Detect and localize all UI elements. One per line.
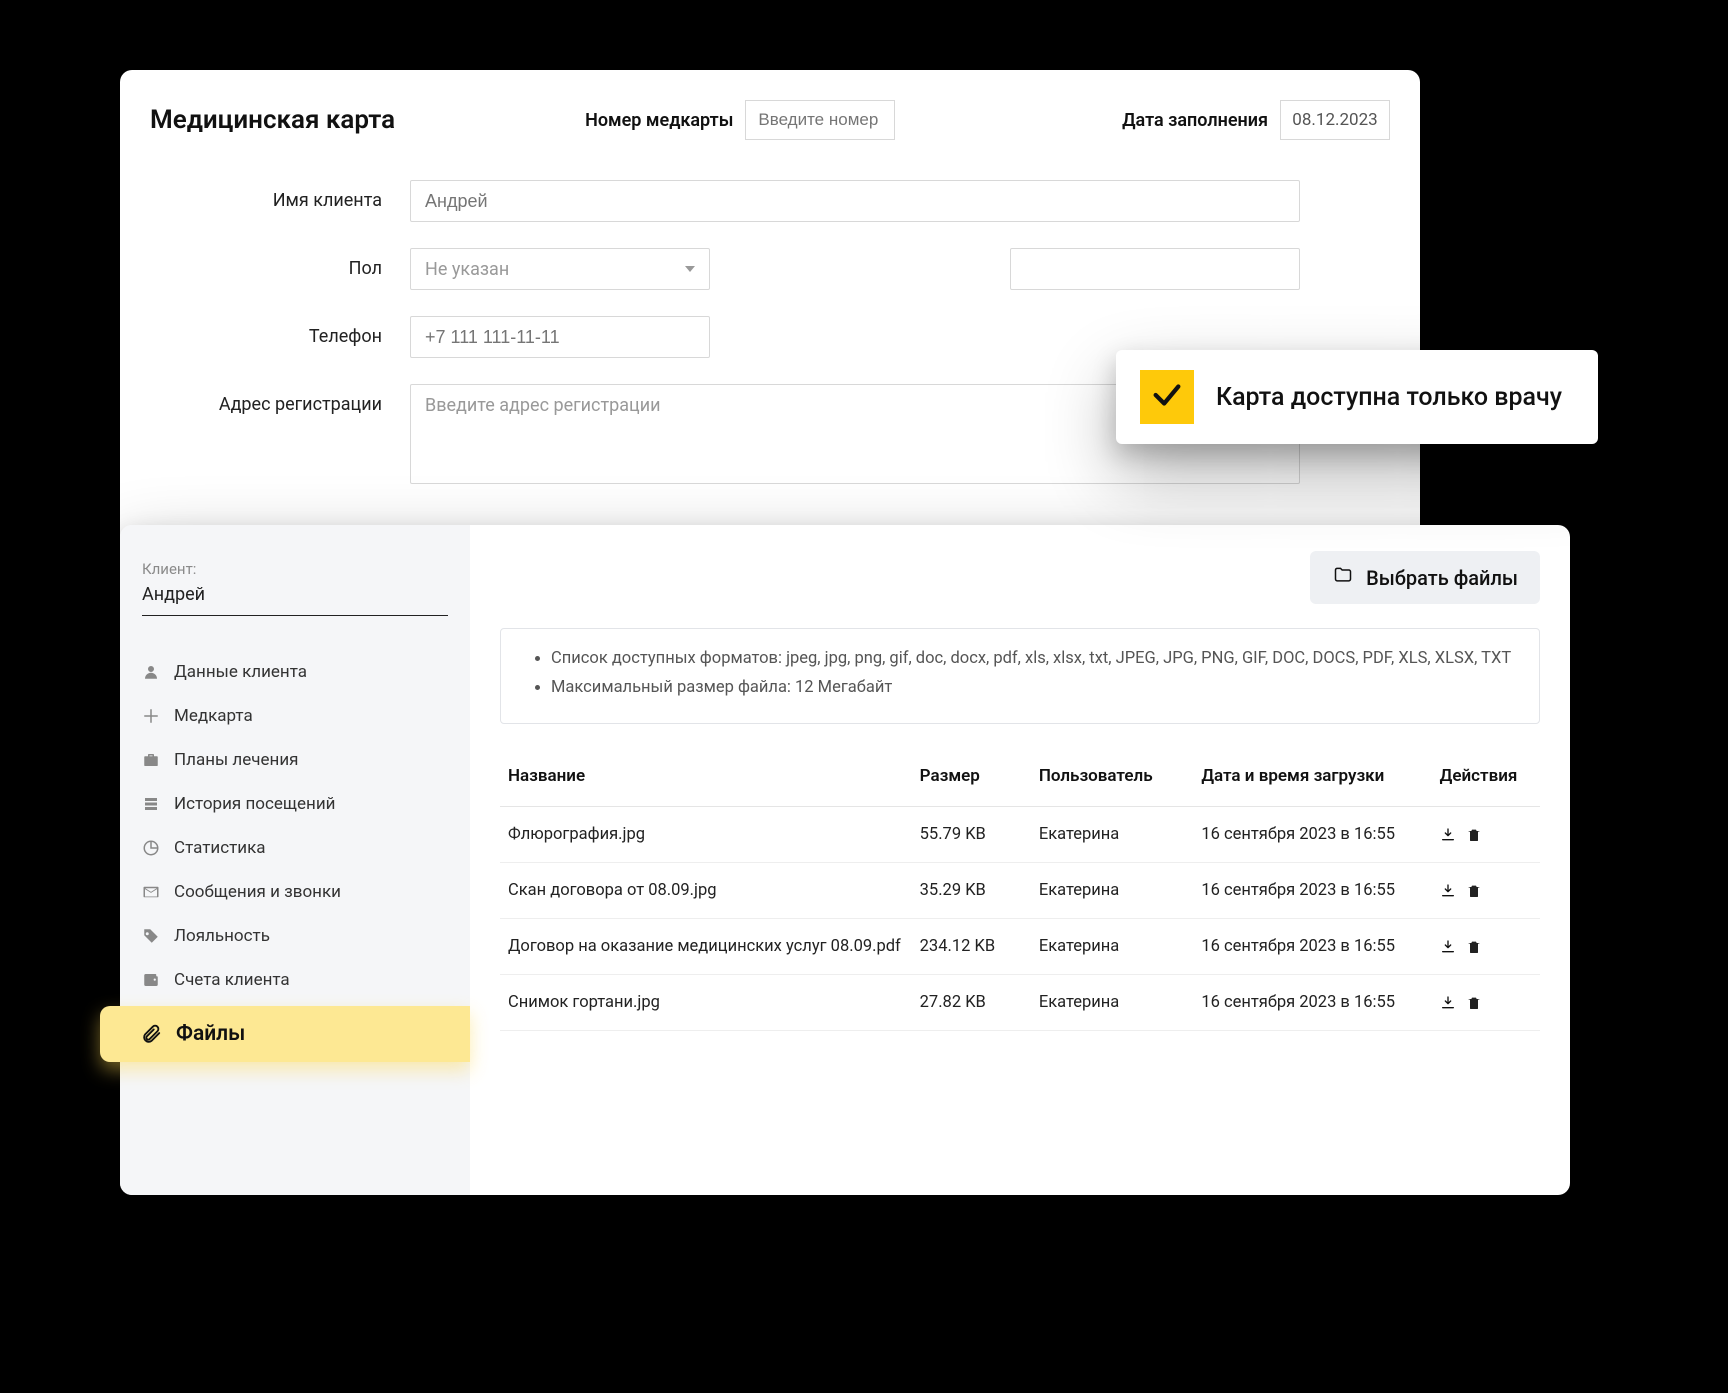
trash-icon[interactable]: [1466, 827, 1482, 843]
trash-icon[interactable]: [1466, 883, 1482, 899]
files-table: Название Размер Пользователь Дата и врем…: [500, 756, 1540, 1031]
cell-size: 55.79 KB: [912, 807, 1031, 863]
sidebar-item-5[interactable]: Сообщения и звонки: [120, 870, 470, 914]
table-row: Флюрография.jpg55.79 KBЕкатерина16 сентя…: [500, 807, 1540, 863]
download-icon[interactable]: [1440, 883, 1456, 899]
tag-icon: [142, 927, 160, 945]
cell-size: 35.29 KB: [912, 863, 1031, 919]
sidebar-item-4[interactable]: Статистика: [120, 826, 470, 870]
card-number-label: Номер медкарты: [585, 110, 733, 131]
folder-icon: [1332, 565, 1354, 590]
cell-user: Екатерина: [1031, 975, 1194, 1031]
choose-files-button[interactable]: Выбрать файлы: [1310, 551, 1540, 604]
col-time: Дата и время загрузки: [1193, 756, 1431, 807]
cell-name: Скан договора от 08.09.jpg: [500, 863, 912, 919]
briefcase-icon: [142, 751, 160, 769]
sidebar-item-label: Файлы: [176, 1022, 245, 1046]
cell-user: Екатерина: [1031, 863, 1194, 919]
cell-name: Снимок гортани.jpg: [500, 975, 912, 1031]
check-icon: [1150, 378, 1184, 416]
gender-label: Пол: [150, 248, 410, 279]
cell-time: 16 сентября 2023 в 16:55: [1193, 919, 1431, 975]
upload-info-box: Список доступных форматов: jpeg, jpg, pn…: [500, 628, 1540, 724]
trash-icon[interactable]: [1466, 939, 1482, 955]
fill-date-label: Дата заполнения: [1122, 110, 1268, 131]
download-icon[interactable]: [1440, 827, 1456, 843]
sidebar-item-label: Данные клиента: [174, 662, 307, 682]
trash-icon[interactable]: [1466, 995, 1482, 1011]
doctor-only-banner: Карта доступна только врачу: [1116, 350, 1598, 444]
sidebar-item-3[interactable]: История посещений: [120, 782, 470, 826]
cell-name: Флюрография.jpg: [500, 807, 912, 863]
clip-icon: [140, 1023, 162, 1045]
address-label: Адрес регистрации: [150, 384, 410, 415]
sidebar-item-label: Счета клиента: [174, 970, 290, 990]
cell-time: 16 сентября 2023 в 16:55: [1193, 807, 1431, 863]
files-main: Выбрать файлы Список доступных форматов:…: [470, 525, 1570, 1195]
sidebar-item-label: Лояльность: [174, 926, 270, 946]
fill-date-value[interactable]: 08.12.2023: [1280, 100, 1390, 140]
chevron-down-icon: [685, 266, 695, 272]
sidebar-item-0[interactable]: Данные клиента: [120, 650, 470, 694]
download-icon[interactable]: [1440, 995, 1456, 1011]
sidebar-item-label: Статистика: [174, 838, 266, 858]
choose-files-label: Выбрать файлы: [1366, 566, 1518, 590]
info-maxsize: Максимальный размер файла: 12 Мегабайт: [551, 676, 1517, 699]
phone-input[interactable]: [410, 316, 710, 358]
cell-actions: [1432, 807, 1540, 863]
sidebar-item-7[interactable]: Счета клиента: [120, 958, 470, 1002]
client-panel: Клиент: Андрей Данные клиента Медкарта Пла…: [120, 525, 1570, 1195]
sidebar-item-label: Медкарта: [174, 706, 253, 726]
client-name-label: Имя клиента: [150, 180, 410, 211]
col-name: Название: [500, 756, 912, 807]
sidebar-item-label: История посещений: [174, 794, 335, 814]
download-icon[interactable]: [1440, 939, 1456, 955]
cell-time: 16 сентября 2023 в 16:55: [1193, 863, 1431, 919]
client-name-input[interactable]: [410, 180, 1300, 222]
sidebar-item-6[interactable]: Лояльность: [120, 914, 470, 958]
cell-size: 234.12 KB: [912, 919, 1031, 975]
doctor-only-text: Карта доступна только врачу: [1216, 383, 1562, 412]
client-label: Клиент:: [142, 560, 448, 578]
sidebar-item-label: Планы лечения: [174, 750, 298, 770]
gender-select[interactable]: Не указан: [410, 248, 710, 290]
wallet-icon: [142, 971, 160, 989]
sidebar: Клиент: Андрей Данные клиента Медкарта Пла…: [120, 525, 470, 1195]
mail-icon: [142, 883, 160, 901]
col-user: Пользователь: [1031, 756, 1194, 807]
cell-actions: [1432, 919, 1540, 975]
sidebar-item-files[interactable]: Файлы: [100, 1006, 470, 1062]
cell-user: Екатерина: [1031, 919, 1194, 975]
plus-icon: [142, 707, 160, 725]
sidebar-item-2[interactable]: Планы лечения: [120, 738, 470, 782]
phone-label: Телефон: [150, 316, 410, 347]
card-number-input[interactable]: [745, 100, 895, 140]
history-icon: [142, 795, 160, 813]
table-row: Снимок гортани.jpg27.82 KBЕкатерина16 се…: [500, 975, 1540, 1031]
cell-size: 27.82 KB: [912, 975, 1031, 1031]
cell-user: Екатерина: [1031, 807, 1194, 863]
table-row: Договор на оказание медицинских услуг 08…: [500, 919, 1540, 975]
sidebar-item-label: Сообщения и звонки: [174, 882, 341, 902]
table-row: Скан договора от 08.09.jpg35.29 KBЕкатер…: [500, 863, 1540, 919]
client-name: Андрей: [142, 584, 448, 605]
pie-icon: [142, 839, 160, 857]
gender-value: Не указан: [425, 259, 509, 280]
cell-time: 16 сентября 2023 в 16:55: [1193, 975, 1431, 1031]
col-size: Размер: [912, 756, 1031, 807]
secondary-field[interactable]: [1010, 248, 1300, 290]
cell-name: Договор на оказание медицинских услуг 08…: [500, 919, 912, 975]
cell-actions: [1432, 975, 1540, 1031]
col-actions: Действия: [1432, 756, 1540, 807]
doctor-only-checkbox[interactable]: [1140, 370, 1194, 424]
info-formats: Список доступных форматов: jpeg, jpg, pn…: [551, 647, 1517, 670]
page-title: Медицинская карта: [150, 105, 395, 135]
user-icon: [142, 663, 160, 681]
sidebar-item-1[interactable]: Медкарта: [120, 694, 470, 738]
cell-actions: [1432, 863, 1540, 919]
